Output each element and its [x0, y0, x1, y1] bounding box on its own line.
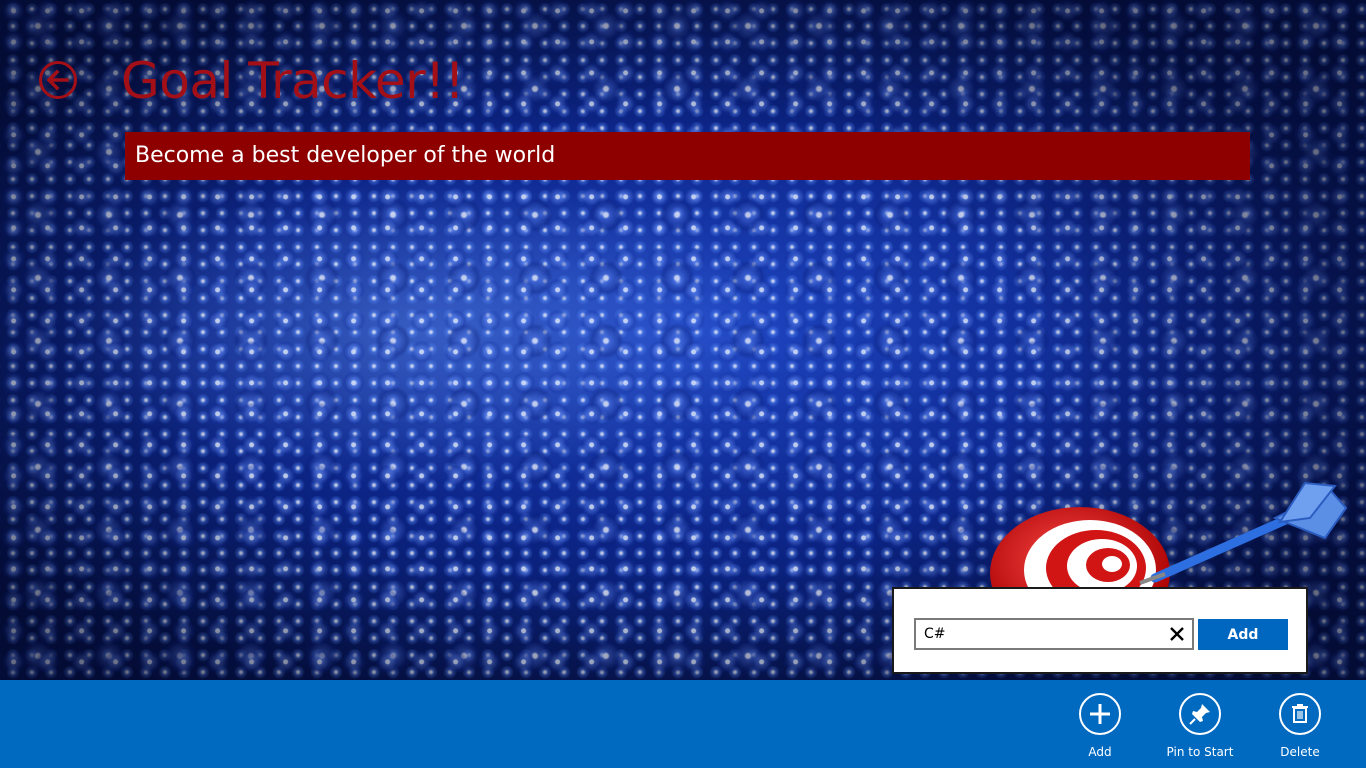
- close-icon: [1170, 627, 1184, 641]
- back-button[interactable]: [38, 60, 78, 100]
- skill-input-box: [914, 618, 1194, 650]
- appbar-add-label: Add: [1088, 745, 1112, 759]
- appbar-pin-circle: [1179, 693, 1221, 735]
- app-window: Goal Tracker!! Become a best developer o…: [0, 0, 1366, 768]
- add-skill-flyout: Add: [892, 587, 1308, 674]
- appbar-add-circle: [1079, 693, 1121, 735]
- add-skill-button[interactable]: Add: [1198, 619, 1288, 650]
- page-title: Goal Tracker!!: [121, 52, 465, 110]
- appbar-delete-button[interactable]: Delete: [1260, 693, 1340, 761]
- goal-banner[interactable]: Become a best developer of the world: [125, 132, 1250, 180]
- appbar-add-button[interactable]: Add: [1060, 693, 1140, 761]
- clear-input-button[interactable]: [1166, 623, 1188, 645]
- appbar-delete-label: Delete: [1280, 745, 1320, 759]
- back-arrow-icon: [39, 61, 77, 99]
- trash-icon: [1292, 704, 1308, 723]
- appbar-pin-label: Pin to Start: [1166, 745, 1234, 759]
- appbar-delete-circle: [1279, 693, 1321, 735]
- plus-icon: [1090, 704, 1110, 724]
- appbar-pin-button[interactable]: Pin to Start: [1160, 693, 1240, 761]
- app-bar: Add Pin to Start Delete: [0, 680, 1366, 768]
- pin-icon: [1189, 704, 1210, 725]
- skill-input[interactable]: [916, 620, 1172, 648]
